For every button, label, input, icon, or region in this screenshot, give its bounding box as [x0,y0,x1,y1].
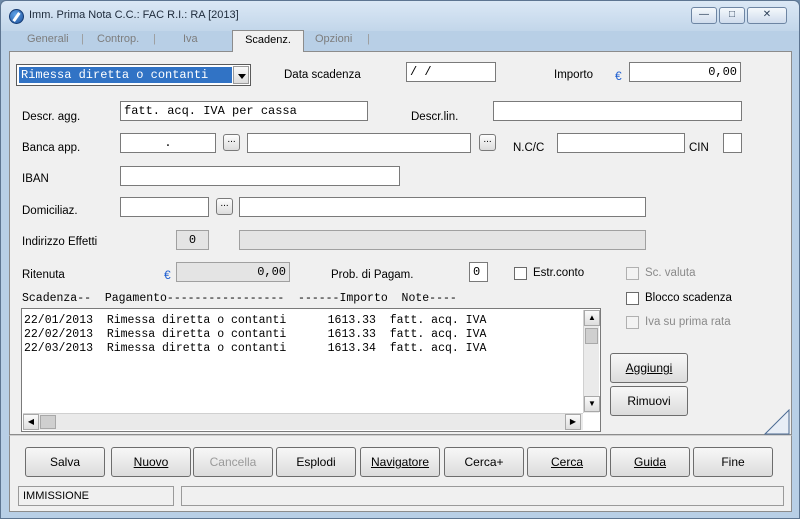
sc-valuta-checkbox [626,267,639,280]
descr-agg-field[interactable]: fatt. acq. IVA per cassa [120,101,368,121]
domiciliaz-code-field[interactable] [120,197,209,217]
cancella-button: Cancella [193,447,273,477]
title-bar: Imm. Prima Nota C.C.: FAC R.I.: RA [2013… [1,1,799,31]
iva-prima-rata-checkbox [626,316,639,329]
domiciliaz-name-field[interactable] [239,197,646,217]
fine-button[interactable]: Fine [693,447,773,477]
data-scadenza-label: Data scadenza [284,69,361,81]
iva-prima-rata-label: Iva su prima rata [645,316,731,328]
tab-separator: | [153,33,156,45]
prob-pagam-field[interactable]: 0 [469,262,488,282]
pagamento-selected: Rimessa diretta o contanti [19,67,232,83]
tab-opzioni[interactable]: Opzioni [315,33,352,45]
euro-icon: € [615,69,622,83]
tab-controp[interactable]: Controp. [97,33,139,45]
scroll-thumb[interactable] [585,328,598,344]
indirizzo-effetti-label: Indirizzo Effetti [22,236,98,248]
status-mode: IMMISSIONE [18,486,174,506]
list-item[interactable]: 22/03/2013 Rimessa diretta o contanti 16… [24,342,486,356]
domiciliaz-label: Domiciliaz. [22,205,78,217]
iban-label: IBAN [22,173,49,185]
data-scadenza-field[interactable]: / / [406,62,496,82]
importo-label: Importo [554,69,593,81]
close-button[interactable]: ✕ [747,7,787,24]
salva-button[interactable]: Salva [25,447,105,477]
ritenuta-field: 0,00 [176,262,290,282]
list-item[interactable]: 22/02/2013 Rimessa diretta o contanti 16… [24,328,486,342]
estr-conto-checkbox[interactable] [514,267,527,280]
cin-label: CIN [689,142,709,154]
chevron-down-icon[interactable] [233,66,249,84]
cerca-button[interactable]: Cerca [527,447,607,477]
banca-name-field[interactable] [247,133,471,153]
blocco-scadenza-checkbox[interactable] [626,292,639,305]
banca-code-field[interactable]: . [120,133,216,153]
aggiungi-button[interactable]: Aggiungi [610,353,688,383]
ncc-field[interactable] [557,133,685,153]
prob-pagam-label: Prob. di Pagam. [331,269,414,281]
domiciliaz-lookup-button[interactable]: ... [216,198,233,215]
ritenuta-label: Ritenuta [22,269,65,281]
banca-name-lookup-button[interactable]: ... [479,134,496,151]
pagamento-select[interactable]: Rimessa diretta o contanti [16,64,251,86]
maximize-icon: □ [728,9,736,20]
window-title: Imm. Prima Nota C.C.: FAC R.I.: RA [2013… [29,9,239,21]
scadenze-list[interactable]: 22/01/2013 Rimessa diretta o contanti 16… [21,308,601,432]
ncc-label: N.C/C [513,142,545,154]
app-icon [9,9,24,24]
scroll-right-icon[interactable]: ▶ [565,414,581,430]
blocco-scadenza-label: Blocco scadenza [645,292,732,304]
resize-corner-icon [764,409,790,435]
scroll-thumb[interactable] [40,415,56,429]
indirizzo-effetti-code: 0 [176,230,209,250]
scroll-left-icon[interactable]: ◀ [23,414,39,430]
descr-lin-field[interactable] [493,101,742,121]
sc-valuta-label: Sc. valuta [645,267,696,279]
guida-button[interactable]: Guida [610,447,690,477]
main-window: Imm. Prima Nota C.C.: FAC R.I.: RA [2013… [0,0,800,519]
euro-icon: € [164,268,171,282]
list-item[interactable]: 22/01/2013 Rimessa diretta o contanti 16… [24,314,486,328]
scroll-down-icon[interactable]: ▼ [584,396,600,412]
importo-field[interactable]: 0,00 [629,62,741,82]
status-message [181,486,784,506]
cerca-plus-button[interactable]: Cerca+ [444,447,524,477]
banca-lookup-button[interactable]: ... [223,134,240,151]
tab-generali[interactable]: Generali [27,33,69,45]
close-icon: ✕ [762,9,772,20]
tab-separator: | [367,33,370,45]
tab-separator: | [81,33,84,45]
indirizzo-effetti-desc [239,230,646,250]
minimize-icon: — [699,9,709,20]
iban-field[interactable] [120,166,400,186]
tab-scadenz[interactable]: Scadenz. [232,30,304,52]
descr-lin-label: Descr.lin. [411,111,459,123]
descr-agg-label: Descr. agg. [22,111,81,123]
maximize-button[interactable]: □ [719,7,745,24]
banca-app-label: Banca app. [22,142,81,154]
vertical-scrollbar[interactable]: ▲ ▼ [583,310,600,413]
tab-strip: Generali | Controp. | Iva Scadenz. Opzio… [7,29,795,52]
nuovo-button[interactable]: Nuovo [111,447,191,477]
scadenze-list-header: Scadenza-- Pagamento----------------- --… [22,292,457,305]
scroll-up-icon[interactable]: ▲ [584,310,600,326]
esplodi-button[interactable]: Esplodi [276,447,356,477]
estr-conto-label: Estr.conto [533,267,585,279]
minimize-button[interactable]: — [691,7,717,24]
navigatore-button[interactable]: Navigatore [360,447,440,477]
cin-field[interactable] [723,133,742,153]
horizontal-scrollbar[interactable]: ◀ ▶ [23,413,583,430]
tab-iva[interactable]: Iva [183,33,198,45]
rimuovi-button[interactable]: Rimuovi [610,386,688,416]
